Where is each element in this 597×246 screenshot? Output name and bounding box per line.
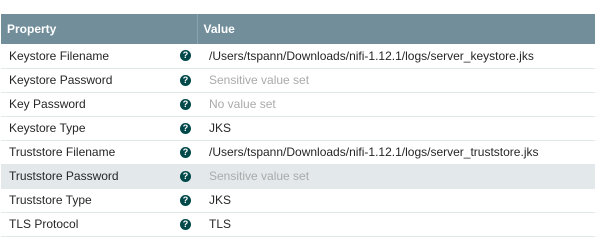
question-circle-icon[interactable]: ? [180, 170, 191, 182]
table-row[interactable]: Key Password ? No value set [1, 92, 595, 116]
table-row[interactable]: Truststore Type ? JKS [1, 188, 595, 212]
question-circle-icon[interactable]: ? [180, 122, 191, 134]
table-row[interactable]: Keystore Filename ? /Users/tspann/Downlo… [1, 44, 595, 68]
property-value-cell[interactable]: TLS [197, 212, 595, 236]
question-circle-icon[interactable]: ? [180, 194, 191, 206]
property-name: Key Password [9, 97, 86, 111]
property-value-cell[interactable]: Sensitive value set [197, 68, 595, 92]
question-circle-icon[interactable]: ? [180, 146, 191, 158]
property-name: Truststore Type [9, 193, 92, 207]
property-name-cell: Truststore Type ? [1, 188, 197, 212]
property-name-cell: TLS Protocol ? [1, 212, 197, 236]
property-value-cell[interactable]: /Users/tspann/Downloads/nifi-1.12.1/logs… [197, 140, 595, 164]
properties-table: Property Value Keystore Filename ? /User… [1, 14, 595, 237]
question-circle-icon[interactable]: ? [180, 50, 191, 61]
property-column-header[interactable]: Property [1, 14, 198, 44]
table-row-selected[interactable]: Truststore Password ? Sensitive value se… [1, 164, 595, 188]
property-name-cell: Keystore Type ? [1, 116, 197, 140]
property-name-cell: Keystore Filename ? [1, 44, 197, 68]
property-value-cell[interactable]: JKS [197, 116, 595, 140]
cut-off-glyph: ꟸ [2, 0, 11, 7]
question-circle-icon[interactable]: ? [180, 218, 191, 230]
property-name: Keystore Type [9, 121, 86, 135]
property-value-cell[interactable]: No value set [197, 92, 595, 116]
value-column-header[interactable]: Value [197, 14, 595, 44]
question-circle-icon[interactable]: ? [180, 74, 191, 86]
question-circle-icon[interactable]: ? [180, 98, 191, 110]
table-header-row: Property Value [1, 14, 595, 44]
property-name: Truststore Password [9, 169, 119, 183]
top-strip: ꟸ [0, 0, 597, 14]
property-value-cell[interactable]: JKS [197, 188, 595, 212]
property-name: Keystore Filename [9, 48, 110, 63]
table-row[interactable]: Keystore Password ? Sensitive value set [1, 68, 595, 92]
property-name: Keystore Password [9, 73, 113, 87]
property-value-cell[interactable]: /Users/tspann/Downloads/nifi-1.12.1/logs… [197, 44, 595, 68]
table-row[interactable]: Keystore Type ? JKS [1, 116, 595, 140]
table-row[interactable]: Truststore Filename ? /Users/tspann/Down… [1, 140, 595, 164]
property-name-cell: Truststore Password ? [1, 164, 197, 188]
property-name-cell: Key Password ? [1, 92, 197, 116]
property-name: Truststore Filename [9, 145, 116, 159]
property-name-cell: Truststore Filename ? [1, 140, 197, 164]
property-value-cell[interactable]: Sensitive value set [197, 164, 595, 188]
property-name: TLS Protocol [9, 217, 79, 231]
table-row[interactable]: TLS Protocol ? TLS [1, 212, 595, 236]
property-name-cell: Keystore Password ? [1, 68, 197, 92]
